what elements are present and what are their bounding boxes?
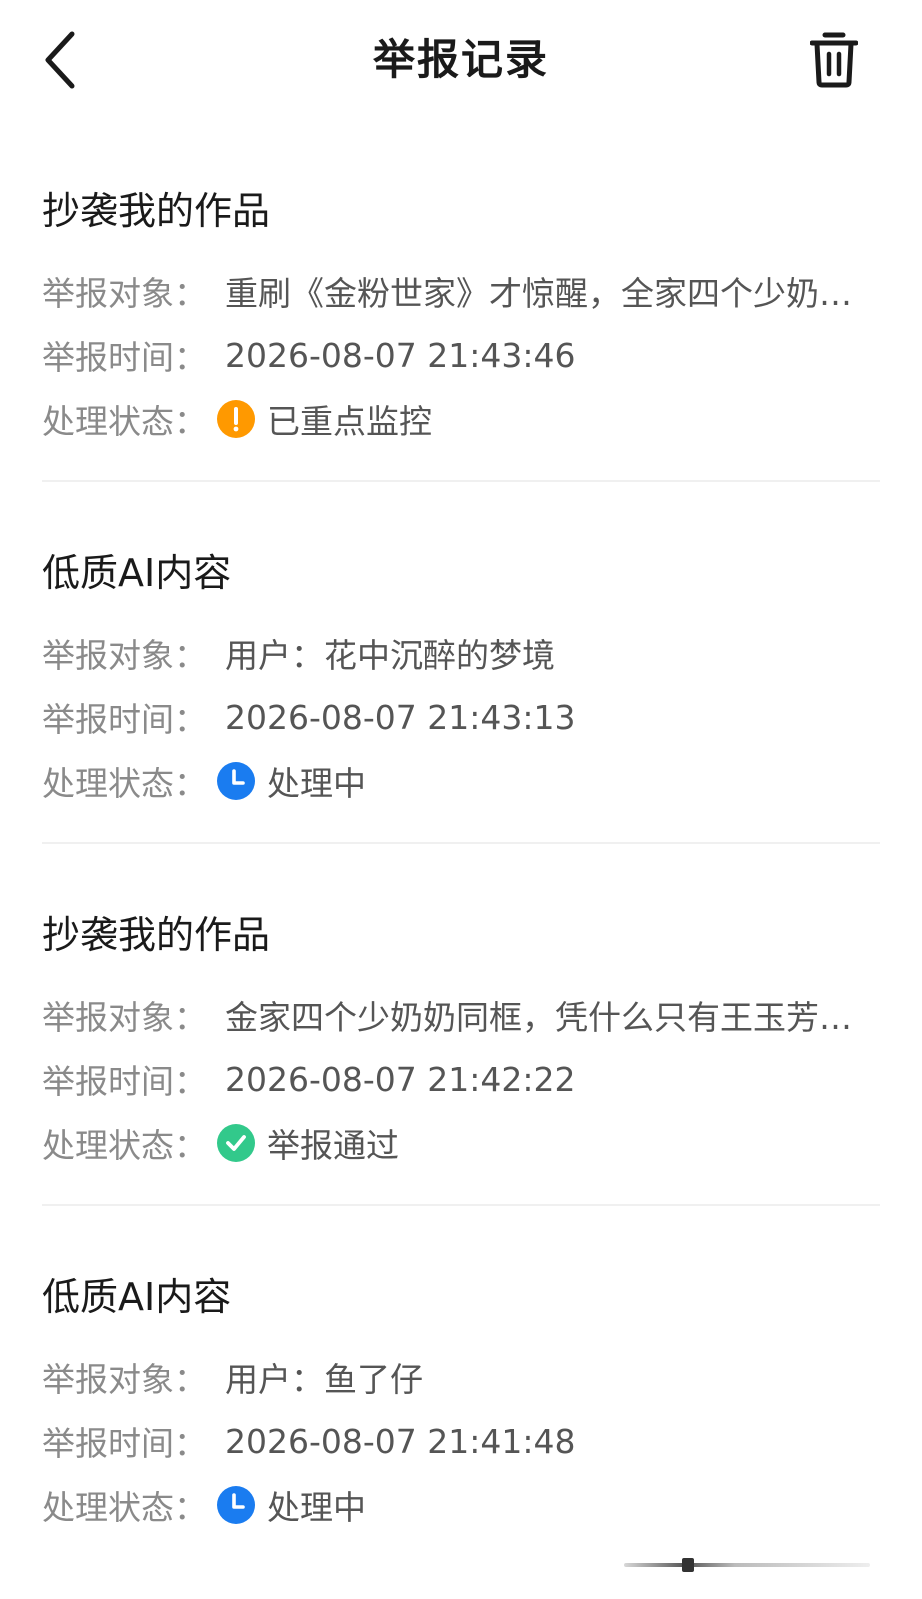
report-record-list: 抄袭我的作品 举报对象： 重刷《金粉世家》才惊醒，全家四个少奶奶同框，凭什么只有… (0, 120, 922, 1568)
home-indicator-track (624, 1563, 870, 1567)
report-status-label: 处理状态： (42, 402, 207, 441)
page-title: 举报记录 (372, 35, 549, 84)
report-record[interactable]: 抄袭我的作品 举报对象： 金家四个少奶奶同框，凭什么只有王玉芳被人记住… 举报时… (42, 844, 880, 1206)
report-target-value: 金家四个少奶奶同框，凭什么只有王玉芳被人记住… (225, 998, 880, 1037)
report-status-row: 处理状态： 已重点监控 (42, 394, 880, 444)
report-target-value: 用户：鱼了仔 (225, 1360, 423, 1399)
clock-icon (217, 762, 255, 800)
report-status-value: 处理中 (267, 764, 366, 803)
report-time-label: 举报时间： (42, 1062, 207, 1101)
report-target-row: 举报对象： 用户：花中沉醉的梦境 (42, 628, 880, 678)
report-reason: 低质AI内容 (42, 1275, 232, 1319)
report-time-value: 2026-08-07 21:43:46 (225, 335, 576, 375)
report-time-value: 2026-08-07 21:43:13 (225, 697, 576, 737)
report-status-value: 举报通过 (267, 1126, 399, 1165)
report-status-row: 处理状态： 举报通过 (42, 1118, 880, 1168)
report-time-label: 举报时间： (42, 1424, 207, 1463)
report-time-row: 举报时间： 2026-08-07 21:43:13 (42, 692, 880, 742)
report-status-row: 处理状态： 处理中 (42, 1480, 880, 1530)
report-time-row: 举报时间： 2026-08-07 21:41:48 (42, 1416, 880, 1466)
report-record[interactable]: 低质AI内容 举报对象： 用户：鱼了仔 举报时间： 2026-08-07 21:… (42, 1206, 880, 1568)
clock-icon (217, 1486, 255, 1524)
trash-icon (810, 32, 858, 88)
report-target-label: 举报对象： (42, 1360, 207, 1399)
report-target-value: 用户：花中沉醉的梦境 (225, 636, 555, 675)
report-target-row: 举报对象： 金家四个少奶奶同框，凭什么只有王玉芳被人记住… (42, 990, 880, 1040)
home-indicator-knob (682, 1558, 694, 1572)
report-record[interactable]: 抄袭我的作品 举报对象： 重刷《金粉世家》才惊醒，全家四个少奶奶同框，凭什么只有… (42, 120, 880, 482)
check-circle-icon (217, 1124, 255, 1162)
report-status-value: 处理中 (267, 1488, 366, 1527)
report-status-label: 处理状态： (42, 1126, 207, 1165)
exclamation-circle-icon (217, 400, 255, 438)
report-record[interactable]: 低质AI内容 举报对象： 用户：花中沉醉的梦境 举报时间： 2026-08-07… (42, 482, 880, 844)
report-target-label: 举报对象： (42, 636, 207, 675)
report-reason: 抄袭我的作品 (42, 913, 271, 957)
report-reason: 低质AI内容 (42, 551, 232, 595)
report-status-value: 已重点监控 (267, 402, 432, 441)
report-target-row: 举报对象： 重刷《金粉世家》才惊醒，全家四个少奶奶同框，凭什么只有王玉芳… (42, 266, 880, 316)
report-time-row: 举报时间： 2026-08-07 21:42:22 (42, 1054, 880, 1104)
report-time-label: 举报时间： (42, 338, 207, 377)
navigation-bar: 举报记录 (0, 0, 922, 120)
report-target-row: 举报对象： 用户：鱼了仔 (42, 1352, 880, 1402)
report-target-value: 重刷《金粉世家》才惊醒，全家四个少奶奶同框，凭什么只有王玉芳… (225, 274, 880, 313)
report-status-label: 处理状态： (42, 1488, 207, 1527)
report-time-row: 举报时间： 2026-08-07 21:43:46 (42, 330, 880, 380)
report-time-value: 2026-08-07 21:41:48 (225, 1421, 576, 1461)
report-status-row: 处理状态： 处理中 (42, 756, 880, 806)
report-time-value: 2026-08-07 21:42:22 (225, 1059, 576, 1099)
delete-button[interactable] (800, 26, 868, 94)
report-status-label: 处理状态： (42, 764, 207, 803)
home-indicator[interactable] (624, 1558, 884, 1572)
report-reason: 抄袭我的作品 (42, 189, 271, 233)
report-target-label: 举报对象： (42, 274, 207, 313)
report-target-label: 举报对象： (42, 998, 207, 1037)
report-time-label: 举报时间： (42, 700, 207, 739)
